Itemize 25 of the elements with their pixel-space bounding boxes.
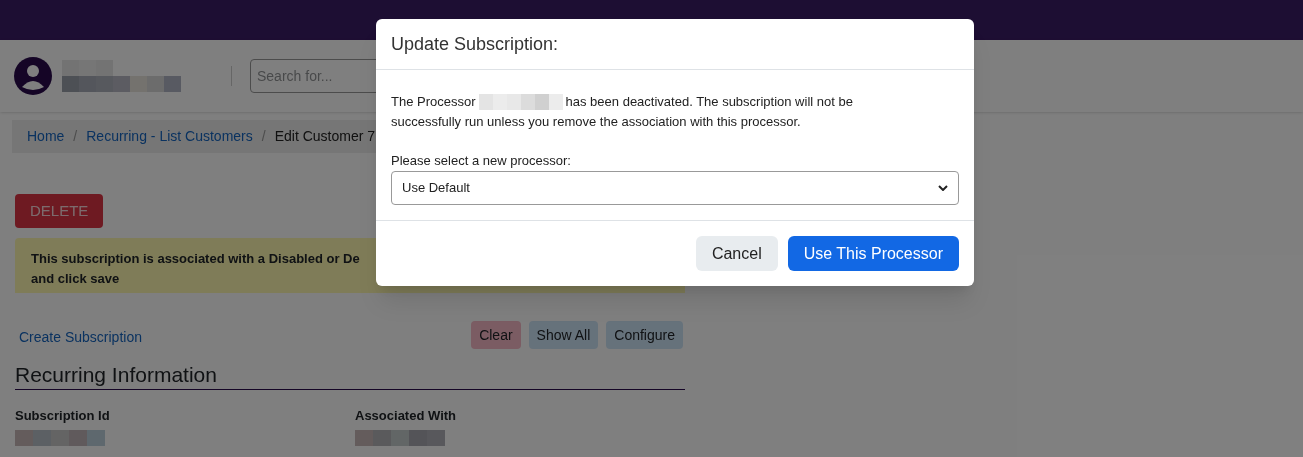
avatar-icon[interactable] [14,57,52,95]
filter-button[interactable]: Configure [606,321,683,349]
delete-button[interactable]: DELETE [15,194,104,228]
message-text: has been deactivated. The subscription will not be [565,93,853,111]
chevron-down-icon [938,185,948,191]
field-label: Subscription Id [15,407,111,425]
breadcrumb-link[interactable]: Home [27,126,65,147]
message-text: successfully run unless you remove the association with this processor. [391,113,802,131]
alert-text: This subscription is associated with a Disabled or De [31,250,361,268]
dialog-title: Update Subscription: [391,32,559,56]
message-text: The Processor [391,93,476,111]
filter-button[interactable]: Show All [528,321,599,349]
select-label: Please select a new processor: [391,152,572,170]
field-label: Associated With [355,407,457,425]
confirm-button[interactable]: Use This Processor [787,236,959,271]
alert-text: and click save [31,270,121,288]
processor-select[interactable]: Use Default [391,171,959,205]
breadcrumb-link[interactable]: Recurring - List Customers [86,126,253,147]
breadcrumb-separator: / [261,127,266,146]
create-subscription-link[interactable]: Create Subscription [19,326,142,348]
cancel-button[interactable]: Cancel [695,236,778,271]
breadcrumb-separator: / [73,127,78,146]
filter-button[interactable]: Clear [471,321,521,349]
section-title: Recurring Information [15,362,685,390]
breadcrumb-current: Edit Customer 7 [274,127,375,146]
